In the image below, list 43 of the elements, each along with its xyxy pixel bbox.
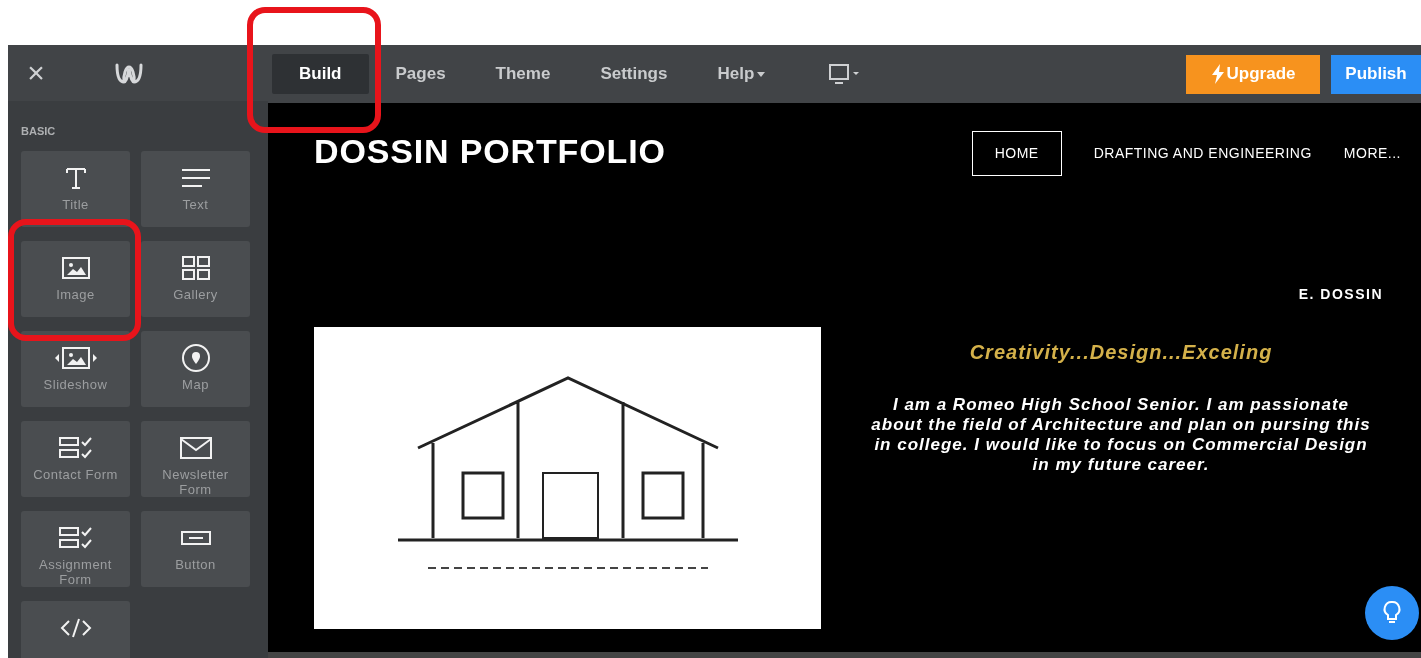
lightbulb-icon [1382,600,1402,626]
form-icon [57,436,94,461]
caret-icon [757,71,766,77]
form-icon [57,526,94,551]
upgrade-button[interactable]: Upgrade [1186,54,1320,94]
site-nav-link[interactable]: MORE... [1343,132,1401,175]
site-nav-link[interactable]: HOME [971,131,1062,176]
location-pin-icon [180,343,211,374]
element-tile[interactable]: Text [141,151,250,228]
button-shape-icon [179,530,212,547]
logo-icon [114,61,144,85]
section-heading: BASIC [21,123,57,139]
site-title: DOSSIN PORTFOLIO [314,131,666,171]
element-tile[interactable]: Slideshow [21,331,130,408]
nav-tab[interactable]: Build [272,54,369,94]
element-tile[interactable]: Button [141,511,250,588]
lightning-icon [1210,64,1225,84]
element-tile[interactable]: Image [21,241,130,318]
publish-button[interactable]: Publish [1331,54,1421,94]
nav-tab[interactable]: Theme [472,54,574,94]
tagline: Creativity...Design...Exceling [969,340,1273,365]
image-icon [60,256,91,281]
element-tile[interactable]: Newsletter Form [141,421,250,498]
slideshow-icon [53,346,98,371]
nav-tab[interactable]: Pages [372,54,469,94]
nav-tab[interactable]: Help [694,54,789,94]
element-tile[interactable]: Contact Form [21,421,130,498]
tips-button[interactable] [1365,586,1419,640]
element-tile[interactable] [21,601,130,658]
element-tile[interactable]: Gallery [141,241,250,318]
code-icon [59,617,92,640]
element-tile[interactable]: Assignment Form [21,511,130,588]
element-tile[interactable]: Map [141,331,250,408]
site-nav-link[interactable]: DRAFTING AND ENGINEERING [1093,132,1312,175]
element-tile[interactable]: Title [21,151,130,228]
envelope-icon [178,436,213,461]
close-button[interactable]: × [8,58,64,88]
author-name: E. DOSSIN [1298,285,1383,304]
nav-tab[interactable]: Settings [577,54,691,94]
title-icon [63,166,88,191]
grid-icon [180,255,211,282]
text-lines-icon [179,167,212,190]
bio-paragraph: I am a Romeo High School Senior. I am passionate about the field of Architecture and plan on pursing this in college. I would like to focus on Commercial Design in my future career. [871,395,1371,475]
